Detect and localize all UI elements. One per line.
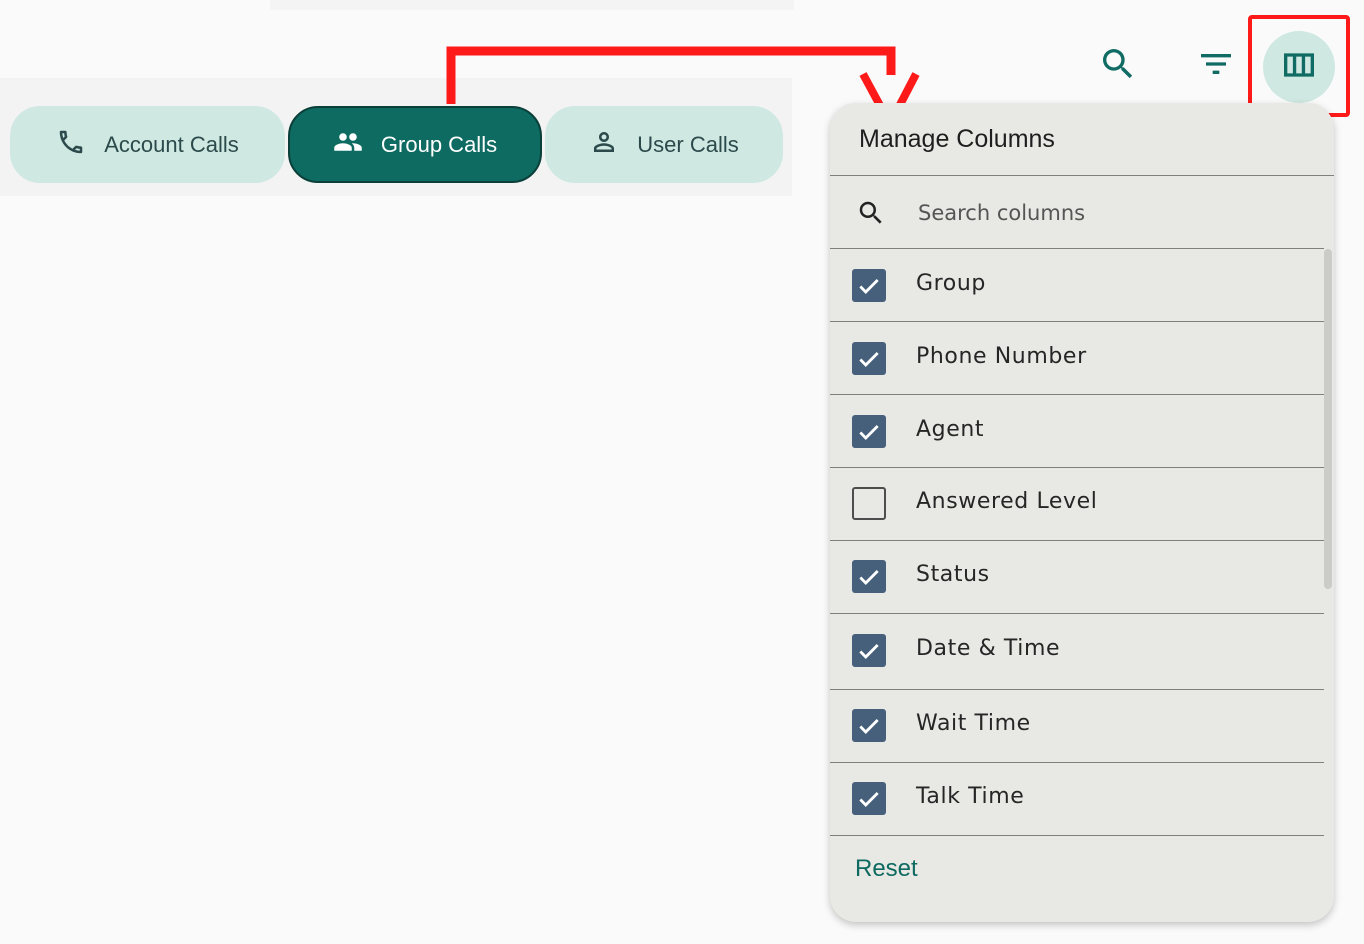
column-label: Talk Time — [916, 784, 1025, 809]
column-label: Phone Number — [916, 344, 1087, 369]
search-columns-input[interactable] — [916, 192, 1310, 234]
checkbox[interactable] — [852, 782, 886, 815]
column-search — [830, 176, 1334, 248]
column-label: Agent — [916, 417, 985, 442]
column-label: Group — [916, 271, 986, 296]
scrollbar[interactable] — [1324, 249, 1332, 589]
divider — [830, 835, 1324, 836]
column-item-agent[interactable]: Agent — [830, 395, 1324, 468]
column-item-talk-time[interactable]: Talk Time — [830, 762, 1324, 835]
checkbox[interactable] — [852, 709, 886, 742]
reset-button[interactable]: Reset — [855, 855, 918, 883]
panel-title: Manage Columns — [859, 125, 1055, 153]
column-item-answered-level[interactable]: Answered Level — [830, 467, 1324, 540]
checkbox[interactable] — [852, 415, 886, 448]
checkbox[interactable] — [852, 342, 886, 375]
search-icon — [856, 198, 886, 228]
checkbox[interactable] — [852, 560, 886, 593]
column-item-date-time[interactable]: Date & Time — [830, 614, 1324, 687]
column-label: Wait Time — [916, 711, 1031, 736]
column-label: Status — [916, 562, 990, 587]
checkbox[interactable] — [852, 634, 886, 667]
column-item-phone-number[interactable]: Phone Number — [830, 322, 1324, 395]
checkbox[interactable] — [852, 269, 886, 302]
column-item-group[interactable]: Group — [830, 249, 1324, 322]
column-item-wait-time[interactable]: Wait Time — [830, 689, 1324, 762]
checkbox[interactable] — [852, 487, 886, 520]
column-item-status[interactable]: Status — [830, 540, 1324, 613]
column-label: Date & Time — [916, 636, 1061, 661]
column-label: Answered Level — [916, 489, 1098, 514]
manage-columns-panel: Manage Columns Group Phone Number Agent … — [830, 103, 1334, 922]
